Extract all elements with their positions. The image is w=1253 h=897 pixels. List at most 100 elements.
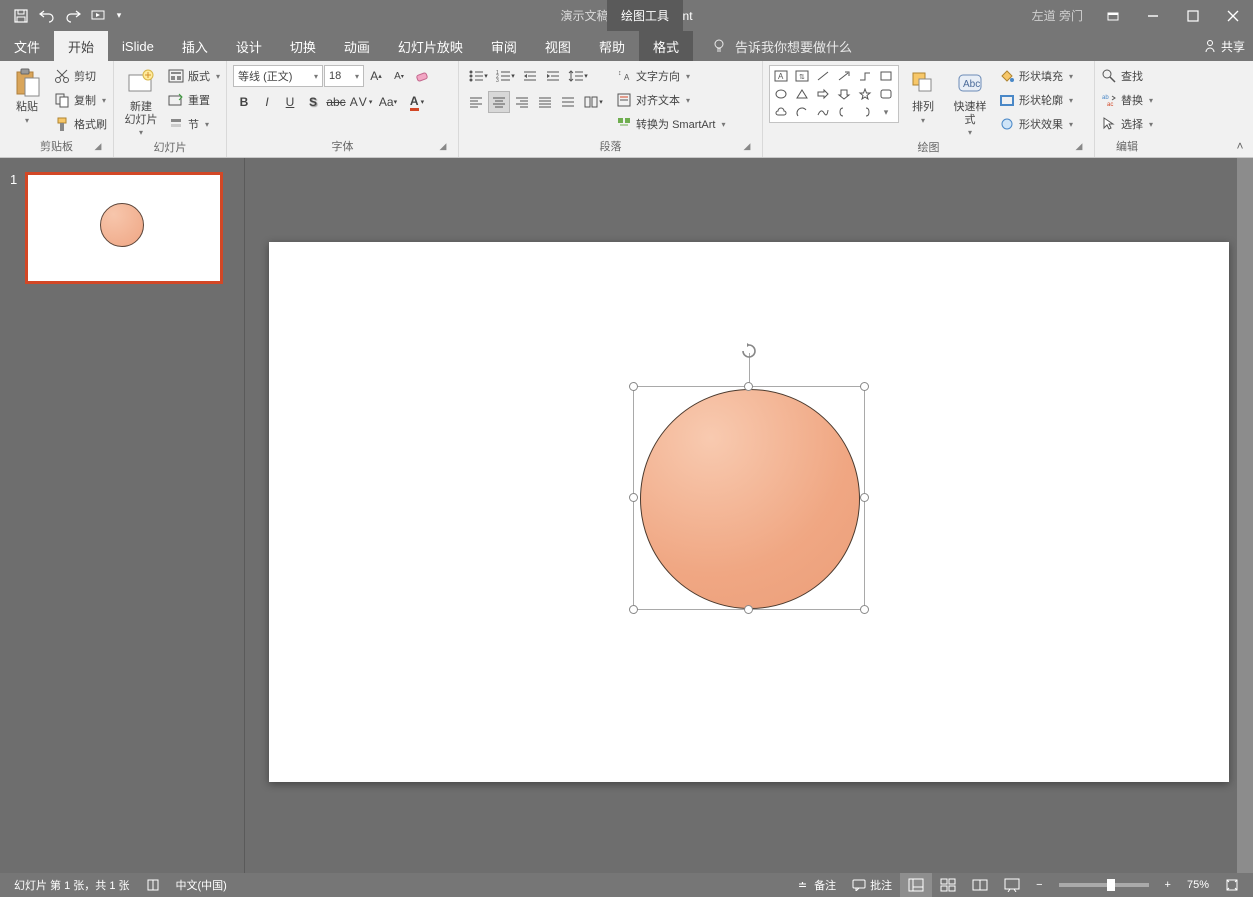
- tab-home[interactable]: 开始: [54, 31, 108, 61]
- shape-darrow-icon[interactable]: [835, 86, 853, 102]
- vertical-scrollbar[interactable]: [1237, 158, 1253, 873]
- shape-curve-icon[interactable]: [814, 104, 832, 120]
- shape-triangle-icon[interactable]: [793, 86, 811, 102]
- new-slide-button[interactable]: 新建 幻灯片 ▾: [120, 65, 162, 139]
- select-button[interactable]: 选择▾: [1101, 113, 1153, 135]
- cut-button[interactable]: 剪切: [54, 65, 107, 87]
- char-spacing-button[interactable]: AV▾: [348, 91, 374, 113]
- align-text-button[interactable]: 对齐文本▾: [616, 89, 725, 111]
- shape-brace-icon[interactable]: [835, 104, 853, 120]
- underline-button[interactable]: U: [279, 91, 301, 113]
- close-button[interactable]: [1213, 0, 1253, 31]
- save-button[interactable]: [8, 3, 34, 29]
- change-case-button[interactable]: Aa▾: [375, 91, 401, 113]
- shape-star-icon[interactable]: [856, 86, 874, 102]
- bold-button[interactable]: B: [233, 91, 255, 113]
- clipboard-launcher[interactable]: ◢: [91, 139, 105, 153]
- shape-cloud-icon[interactable]: [772, 104, 790, 120]
- align-center-button[interactable]: [488, 91, 510, 113]
- qat-customize-button[interactable]: ▾: [112, 3, 126, 29]
- tab-view[interactable]: 视图: [531, 31, 585, 61]
- ribbon-options-button[interactable]: [1093, 0, 1133, 31]
- font-name-combo[interactable]: 等线 (正文)▾: [233, 65, 323, 87]
- shape-rarrow-icon[interactable]: [814, 86, 832, 102]
- normal-view-button[interactable]: [900, 873, 932, 897]
- align-left-button[interactable]: [465, 91, 487, 113]
- tab-file[interactable]: 文件: [0, 31, 54, 61]
- quick-styles-button[interactable]: Abc 快速样式▾: [947, 65, 993, 139]
- reading-view-button[interactable]: [964, 873, 996, 897]
- shape-oval-icon[interactable]: [772, 86, 790, 102]
- tell-me[interactable]: 告诉我你想要做什么: [693, 31, 852, 61]
- shapes-gallery[interactable]: A ⇅ ▾: [769, 65, 899, 123]
- layout-button[interactable]: 版式▾: [168, 65, 220, 87]
- notes-button[interactable]: ≐备注: [790, 873, 844, 897]
- shape-vtext-icon[interactable]: ⇅: [793, 68, 811, 84]
- line-spacing-button[interactable]: ▾: [565, 65, 591, 87]
- tab-islide[interactable]: iSlide: [108, 31, 168, 61]
- status-slide-info[interactable]: 幻灯片 第 1 张，共 1 张: [6, 873, 138, 897]
- strikethrough-button[interactable]: abc: [325, 91, 347, 113]
- slide-thumbnail-1[interactable]: [25, 172, 223, 284]
- find-button[interactable]: 查找: [1101, 65, 1153, 87]
- shape-brace2-icon[interactable]: [856, 104, 874, 120]
- zoom-out-button[interactable]: −: [1028, 873, 1050, 897]
- align-right-button[interactable]: [511, 91, 533, 113]
- tab-review[interactable]: 审阅: [477, 31, 531, 61]
- spellcheck-button[interactable]: [138, 873, 168, 897]
- italic-button[interactable]: I: [256, 91, 278, 113]
- tab-help[interactable]: 帮助: [585, 31, 639, 61]
- shape-line-icon[interactable]: [814, 68, 832, 84]
- undo-button[interactable]: [34, 3, 60, 29]
- share-button[interactable]: 共享: [1203, 31, 1245, 61]
- slide-canvas-area[interactable]: [245, 158, 1253, 873]
- minimize-button[interactable]: [1133, 0, 1173, 31]
- shadow-button[interactable]: S: [302, 91, 324, 113]
- format-painter-button[interactable]: 格式刷: [54, 113, 107, 135]
- font-color-button[interactable]: A▾: [402, 91, 432, 113]
- slide-thumbnails-pane[interactable]: 1: [0, 158, 245, 873]
- collapse-ribbon-button[interactable]: ˄: [1231, 137, 1249, 155]
- justify-button[interactable]: [534, 91, 556, 113]
- paste-button[interactable]: 粘贴 ▾: [6, 65, 48, 127]
- shape-rect-icon[interactable]: [877, 68, 895, 84]
- user-name[interactable]: 左道 旁门: [1032, 7, 1083, 24]
- selection-box[interactable]: [633, 386, 865, 610]
- start-from-beginning-button[interactable]: [86, 3, 112, 29]
- tab-insert[interactable]: 插入: [168, 31, 222, 61]
- decrease-indent-button[interactable]: [519, 65, 541, 87]
- status-language[interactable]: 中文(中国): [168, 873, 235, 897]
- maximize-button[interactable]: [1173, 0, 1213, 31]
- grow-font-button[interactable]: A▴: [365, 65, 387, 87]
- drawing-launcher[interactable]: ◢: [1072, 139, 1086, 153]
- increase-indent-button[interactable]: [542, 65, 564, 87]
- font-size-combo[interactable]: 18▾: [324, 65, 364, 87]
- comments-button[interactable]: 批注: [844, 873, 900, 897]
- paragraph-launcher[interactable]: ◢: [740, 139, 754, 153]
- handle-tm[interactable]: [744, 382, 753, 391]
- zoom-thumb[interactable]: [1107, 879, 1115, 891]
- sorter-view-button[interactable]: [932, 873, 964, 897]
- shapes-more-button[interactable]: ▾: [877, 104, 895, 120]
- shape-rrect-icon[interactable]: [877, 86, 895, 102]
- shape-fill-button[interactable]: 形状填充▾: [999, 65, 1073, 87]
- tab-animations[interactable]: 动画: [330, 31, 384, 61]
- reset-button[interactable]: 重置: [168, 89, 220, 111]
- handle-mr[interactable]: [860, 493, 869, 502]
- tab-transitions[interactable]: 切换: [276, 31, 330, 61]
- handle-bm[interactable]: [744, 605, 753, 614]
- section-button[interactable]: 节▾: [168, 113, 220, 135]
- distribute-button[interactable]: [557, 91, 579, 113]
- shape-arc-icon[interactable]: [793, 104, 811, 120]
- shape-elbow-icon[interactable]: [856, 68, 874, 84]
- arrange-button[interactable]: 排列▾: [905, 65, 941, 127]
- numbering-button[interactable]: 123▾: [492, 65, 518, 87]
- zoom-slider[interactable]: [1059, 883, 1149, 887]
- handle-tr[interactable]: [860, 382, 869, 391]
- zoom-level[interactable]: 75%: [1179, 873, 1217, 897]
- rotation-handle[interactable]: [739, 341, 759, 361]
- zoom-in-button[interactable]: +: [1157, 873, 1179, 897]
- shape-textbox-icon[interactable]: A: [772, 68, 790, 84]
- text-direction-button[interactable]: ↕A文字方向▾: [616, 65, 725, 87]
- handle-bl[interactable]: [629, 605, 638, 614]
